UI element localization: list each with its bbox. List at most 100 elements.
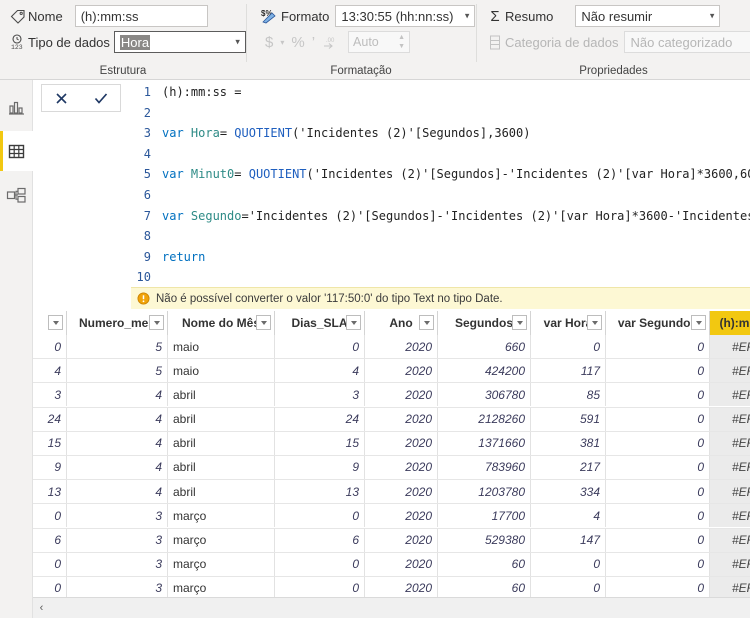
table-cell[interactable]: 3 xyxy=(67,576,168,597)
table-cell[interactable]: 217 xyxy=(531,455,606,479)
table-row[interactable]: 34abril32020306780850#ERROR xyxy=(33,383,750,408)
table-cell[interactable]: março xyxy=(168,504,275,528)
summarize-dropdown[interactable]: Não resumir ▾ xyxy=(575,5,721,27)
sidebar-item-model-view[interactable] xyxy=(0,175,33,215)
table-row[interactable]: 244abril24202021282605910#ERROR xyxy=(33,407,750,432)
table-cell[interactable]: maio xyxy=(168,335,275,358)
table-cell[interactable]: 17700 xyxy=(438,504,531,528)
table-cell[interactable]: #ERROR xyxy=(710,528,750,552)
table-cell[interactable]: 4 xyxy=(67,480,168,504)
table-cell[interactable]: 24 xyxy=(275,407,365,431)
table-cell[interactable]: 2020 xyxy=(365,504,438,528)
table-cell[interactable]: março xyxy=(168,576,275,597)
table-cell[interactable]: abril xyxy=(168,383,275,407)
table-cell[interactable]: #ERROR xyxy=(710,480,750,504)
column-filter-chevron-down-icon[interactable] xyxy=(512,315,527,330)
column-filter-chevron-down-icon[interactable] xyxy=(587,315,602,330)
table-row[interactable]: 03março020201770040#ERROR xyxy=(33,504,750,529)
table-cell[interactable]: 529380 xyxy=(438,528,531,552)
table-cell[interactable]: 0 xyxy=(275,335,365,358)
column-filter-chevron-down-icon[interactable] xyxy=(419,315,434,330)
table-cell[interactable]: 24 xyxy=(33,407,67,431)
table-cell[interactable]: 2128260 xyxy=(438,407,531,431)
scroll-left-arrow-icon[interactable]: ‹ xyxy=(33,598,50,619)
table-cell[interactable]: 147 xyxy=(531,528,606,552)
table-cell[interactable]: 0 xyxy=(33,552,67,576)
currency-chevron-down-icon[interactable]: ▾ xyxy=(280,38,284,47)
column-filter-chevron-down-icon[interactable] xyxy=(346,315,361,330)
table-cell[interactable]: abril xyxy=(168,407,275,431)
table-cell[interactable]: 4 xyxy=(531,504,606,528)
table-cell[interactable]: #ERROR xyxy=(710,359,750,383)
table-cell[interactable]: 3 xyxy=(67,504,168,528)
table-row[interactable]: 63março620205293801470#ERROR xyxy=(33,528,750,553)
column-header-numero-mes[interactable]: Numero_mes xyxy=(67,311,168,335)
table-cell[interactable]: 783960 xyxy=(438,455,531,479)
table-cell[interactable]: 2020 xyxy=(365,552,438,576)
table-cell[interactable]: 334 xyxy=(531,480,606,504)
table-cell[interactable]: 13 xyxy=(275,480,365,504)
table-cell[interactable]: abril xyxy=(168,431,275,455)
spinner-up-icon[interactable]: ▲ xyxy=(398,34,405,41)
column-header-var-hora[interactable]: var Hora xyxy=(531,311,606,335)
table-cell[interactable]: 0 xyxy=(275,576,365,597)
table-cell[interactable]: #ERROR xyxy=(710,407,750,431)
table-cell[interactable]: 2020 xyxy=(365,407,438,431)
table-cell[interactable]: 591 xyxy=(531,407,606,431)
table-cell[interactable]: #ERROR xyxy=(710,504,750,528)
column-filter-chevron-down-icon[interactable] xyxy=(256,315,271,330)
table-cell[interactable]: 0 xyxy=(606,407,710,431)
table-cell[interactable]: 4 xyxy=(67,407,168,431)
table-cell[interactable]: 3 xyxy=(275,383,365,407)
table-cell[interactable]: 4 xyxy=(67,383,168,407)
table-cell[interactable]: 0 xyxy=(531,335,606,358)
table-cell[interactable]: 306780 xyxy=(438,383,531,407)
spinner-down-icon[interactable]: ▼ xyxy=(398,43,405,50)
sidebar-item-report-view[interactable] xyxy=(0,87,33,127)
table-cell[interactable]: 5 xyxy=(67,359,168,383)
table-cell[interactable]: 117 xyxy=(531,359,606,383)
decimal-places-input[interactable]: Auto ▲ ▼ xyxy=(348,31,411,53)
table-row[interactable]: 03março020206000#ERROR xyxy=(33,576,750,597)
thousands-separator-icon[interactable]: ’ xyxy=(312,34,315,51)
table-cell[interactable]: 13 xyxy=(33,480,67,504)
table-cell[interactable]: 85 xyxy=(531,383,606,407)
sidebar-item-data-view[interactable] xyxy=(0,131,33,171)
column-filter-chevron-down-icon[interactable] xyxy=(149,315,164,330)
datatype-dropdown[interactable]: Hora ▾ xyxy=(113,31,246,53)
table-cell[interactable]: 0 xyxy=(606,431,710,455)
column-filter-chevron-down-icon[interactable] xyxy=(691,315,706,330)
table-cell[interactable]: 0 xyxy=(606,455,710,479)
table-cell[interactable]: 0 xyxy=(531,552,606,576)
table-cell[interactable]: abril xyxy=(168,455,275,479)
currency-dollar-icon[interactable]: $ xyxy=(265,34,273,51)
table-cell[interactable]: 0 xyxy=(275,504,365,528)
confirm-formula-button[interactable] xyxy=(84,85,118,111)
table-row[interactable]: 154abril15202013716603810#ERROR xyxy=(33,431,750,456)
column-header-dias-sla[interactable]: Dias_SLA xyxy=(275,311,365,335)
table-cell[interactable]: 4 xyxy=(33,359,67,383)
table-cell[interactable]: 3 xyxy=(67,552,168,576)
table-row[interactable]: 94abril920207839602170#ERROR xyxy=(33,455,750,481)
table-cell[interactable]: 3 xyxy=(33,383,67,407)
table-cell[interactable]: março xyxy=(168,552,275,576)
table-cell[interactable]: #ERROR xyxy=(710,455,750,479)
table-cell[interactable]: #ERROR xyxy=(710,383,750,407)
table-cell[interactable]: 6 xyxy=(275,528,365,552)
column-header-row-index[interactable] xyxy=(33,311,67,335)
table-cell[interactable]: #ERROR xyxy=(710,552,750,576)
table-cell[interactable]: 0 xyxy=(606,480,710,504)
table-cell[interactable]: 381 xyxy=(531,431,606,455)
table-cell[interactable]: 60 xyxy=(438,576,531,597)
table-cell[interactable]: 15 xyxy=(275,431,365,455)
table-cell[interactable]: 15 xyxy=(33,431,67,455)
table-cell[interactable]: 9 xyxy=(33,455,67,479)
table-cell[interactable]: 2020 xyxy=(365,335,438,358)
table-cell[interactable]: 6 xyxy=(33,528,67,552)
table-cell[interactable]: 0 xyxy=(606,528,710,552)
table-cell[interactable]: 2020 xyxy=(365,431,438,455)
table-cell[interactable]: 2020 xyxy=(365,455,438,479)
table-cell[interactable]: 3 xyxy=(67,528,168,552)
table-cell[interactable]: 4 xyxy=(275,359,365,383)
table-cell[interactable]: 0 xyxy=(606,335,710,358)
